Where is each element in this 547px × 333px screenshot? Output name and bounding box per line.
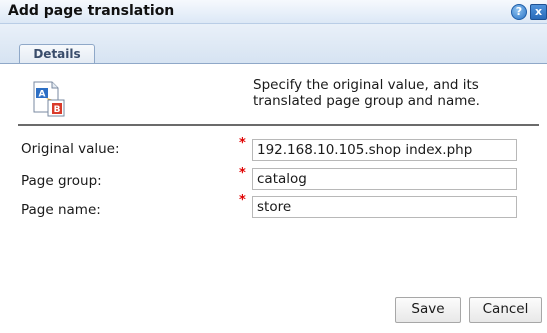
cancel-button[interactable]: Cancel	[469, 297, 542, 323]
page-name-input[interactable]: store	[252, 196, 517, 218]
page-group-input[interactable]: catalog	[252, 168, 517, 190]
original-value-input[interactable]: 192.168.10.105.shop index.php	[252, 139, 517, 161]
required-marker: *	[239, 166, 246, 181]
svg-text:B: B	[54, 105, 61, 115]
dialog-title: Add page translation	[8, 3, 175, 19]
instructions-text: Specify the original value, and its tran…	[253, 77, 543, 109]
dialog-titlebar: Add page translation ? x	[0, 0, 547, 24]
svg-text:A: A	[39, 90, 46, 100]
instructions-line-1: Specify the original value, and its	[253, 77, 479, 93]
close-icon[interactable]: x	[530, 4, 547, 20]
instructions-line-2: translated page group and name.	[253, 93, 480, 109]
required-marker: *	[239, 136, 246, 151]
tab-strip: Details	[0, 24, 547, 65]
required-marker: *	[239, 193, 246, 208]
save-button[interactable]: Save	[395, 297, 461, 323]
page-name-label: Page name:	[21, 202, 101, 218]
page-group-label: Page group:	[21, 173, 102, 189]
original-value-label: Original value:	[21, 141, 120, 157]
tab-details[interactable]: Details	[19, 44, 95, 65]
separator	[18, 124, 539, 126]
help-icon[interactable]: ?	[511, 4, 527, 20]
translate-document-icon: A B	[33, 81, 65, 117]
